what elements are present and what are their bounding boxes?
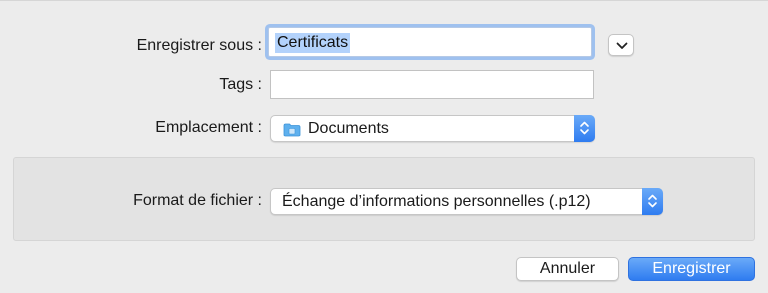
location-value: Documents	[308, 120, 389, 137]
chevron-down-icon	[616, 42, 628, 49]
location-stepper[interactable]	[574, 115, 595, 142]
cancel-button[interactable]: Annuler	[516, 257, 619, 281]
save-button[interactable]: Enregistrer	[628, 257, 755, 281]
tags-input[interactable]	[270, 70, 594, 99]
folder-icon	[283, 123, 301, 137]
format-label: Format de fichier :	[133, 192, 262, 209]
format-stepper[interactable]	[642, 188, 663, 215]
save-as-label: Enregistrer sous :	[136, 37, 262, 54]
up-down-chevron-icon	[648, 194, 657, 208]
format-popup[interactable]: Échange d’informations personnelles (.p1…	[270, 188, 663, 215]
save-as-field[interactable]: Certificats	[268, 27, 592, 57]
expand-dialog-button[interactable]	[608, 34, 634, 56]
up-down-chevron-icon	[580, 121, 589, 135]
location-popup[interactable]: Documents	[270, 115, 595, 142]
sheet-top-edge	[0, 0, 768, 1]
location-label: Emplacement :	[155, 119, 262, 136]
save-as-value[interactable]: Certificats	[275, 33, 351, 53]
format-value: Échange d’informations personnelles (.p1…	[282, 193, 591, 210]
tags-label: Tags :	[219, 76, 262, 93]
